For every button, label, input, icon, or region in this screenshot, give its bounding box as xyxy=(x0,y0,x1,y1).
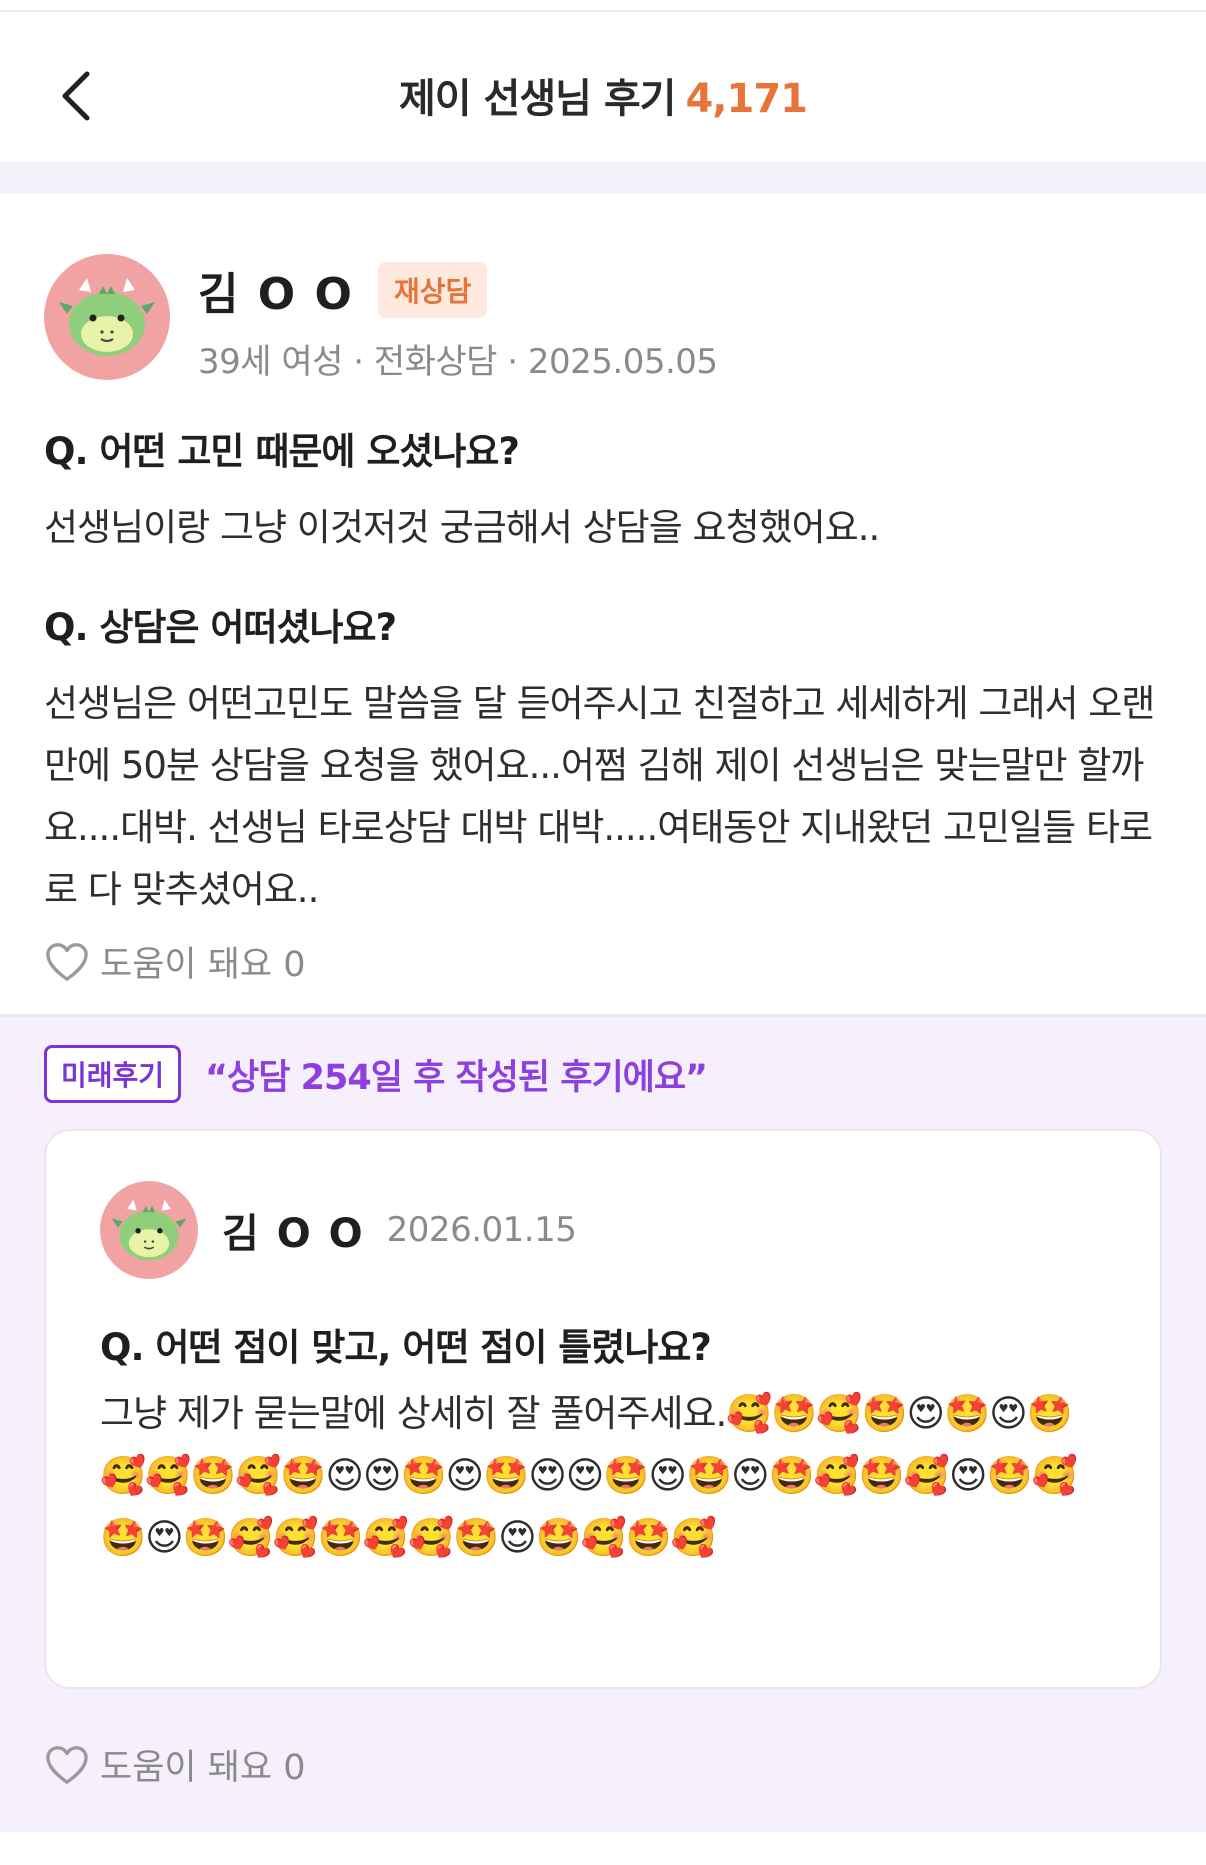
future-review-section: 미래후기 “상담 254일 후 작성된 후기에요” 김 O O 2026.01.… xyxy=(0,1014,1206,1832)
author-name: 김 O O xyxy=(198,269,354,320)
helpful-label: 도움이 돼요 0 xyxy=(100,1748,306,1788)
page-title: 제이 선생님 후기 4,171 xyxy=(0,66,1206,124)
future-review-date: 2026.01.15 xyxy=(386,1210,577,1250)
page-title-text: 제이 선생님 후기 xyxy=(399,76,676,122)
future-review-card: 김 O O 2026.01.15 Q. 어떤 점이 맞고, 어떤 점이 틀렸나요… xyxy=(44,1129,1162,1689)
answer-1: 선생님이랑 그냥 이것저것 궁금해서 상담을 요청했어요.. xyxy=(44,506,880,549)
heart-outline-icon xyxy=(46,1745,88,1784)
future-author-row: 김 O O 2026.01.15 xyxy=(100,1181,1106,1279)
future-helpful-button[interactable]: 도움이 돼요 0 xyxy=(44,1739,306,1790)
header: 제이 선생님 후기 4,171 xyxy=(0,12,1206,162)
question-1: Q. 어떤 고민 때문에 오셨나요? xyxy=(44,430,520,473)
helpful-button[interactable]: 도움이 돼요 0 xyxy=(44,936,306,987)
section-divider xyxy=(0,162,1206,194)
helpful-label: 도움이 돼요 0 xyxy=(100,945,306,985)
future-review-header: 미래후기 “상담 254일 후 작성된 후기에요” xyxy=(44,1045,1162,1103)
review-count: 4,171 xyxy=(685,76,808,122)
dragon-avatar-icon xyxy=(59,278,155,356)
future-review-tag: 미래후기 xyxy=(44,1045,182,1103)
question-2: Q. 상담은 어떠셨나요? xyxy=(44,606,397,649)
heart-outline-icon xyxy=(46,942,88,981)
future-answer: 그냥 제가 묻는말에 상세히 잘 풀어주세요.🥰🤩🥰🤩😍🤩😍🤩🥰🥰🤩🥰🤩😍😍🤩😍… xyxy=(100,1392,1078,1559)
future-author-name: 김 O O xyxy=(222,1211,365,1257)
avatar xyxy=(100,1181,198,1279)
review-meta: 39세 여성 · 전화상담 · 2025.05.05 xyxy=(198,342,718,382)
future-review-quote: “상담 254일 후 작성된 후기에요” xyxy=(205,1057,708,1098)
review-card: 김 O O 재상담 39세 여성 · 전화상담 · 2025.05.05 Q. … xyxy=(0,194,1206,1014)
repeat-consult-badge: 재상담 xyxy=(377,262,488,318)
dragon-avatar-icon xyxy=(111,1199,187,1261)
author-row: 김 O O 재상담 39세 여성 · 전화상담 · 2025.05.05 xyxy=(44,254,1162,383)
avatar xyxy=(44,254,170,380)
answer-2: 선생님은 어떤고민도 말씀을 달 듣어주시고 친절하고 세세하게 그래서 오랜만… xyxy=(44,682,1155,911)
future-question: Q. 어떤 점이 맞고, 어떤 점이 틀렸나요? xyxy=(100,1326,712,1369)
status-bar-divider xyxy=(0,0,1206,12)
